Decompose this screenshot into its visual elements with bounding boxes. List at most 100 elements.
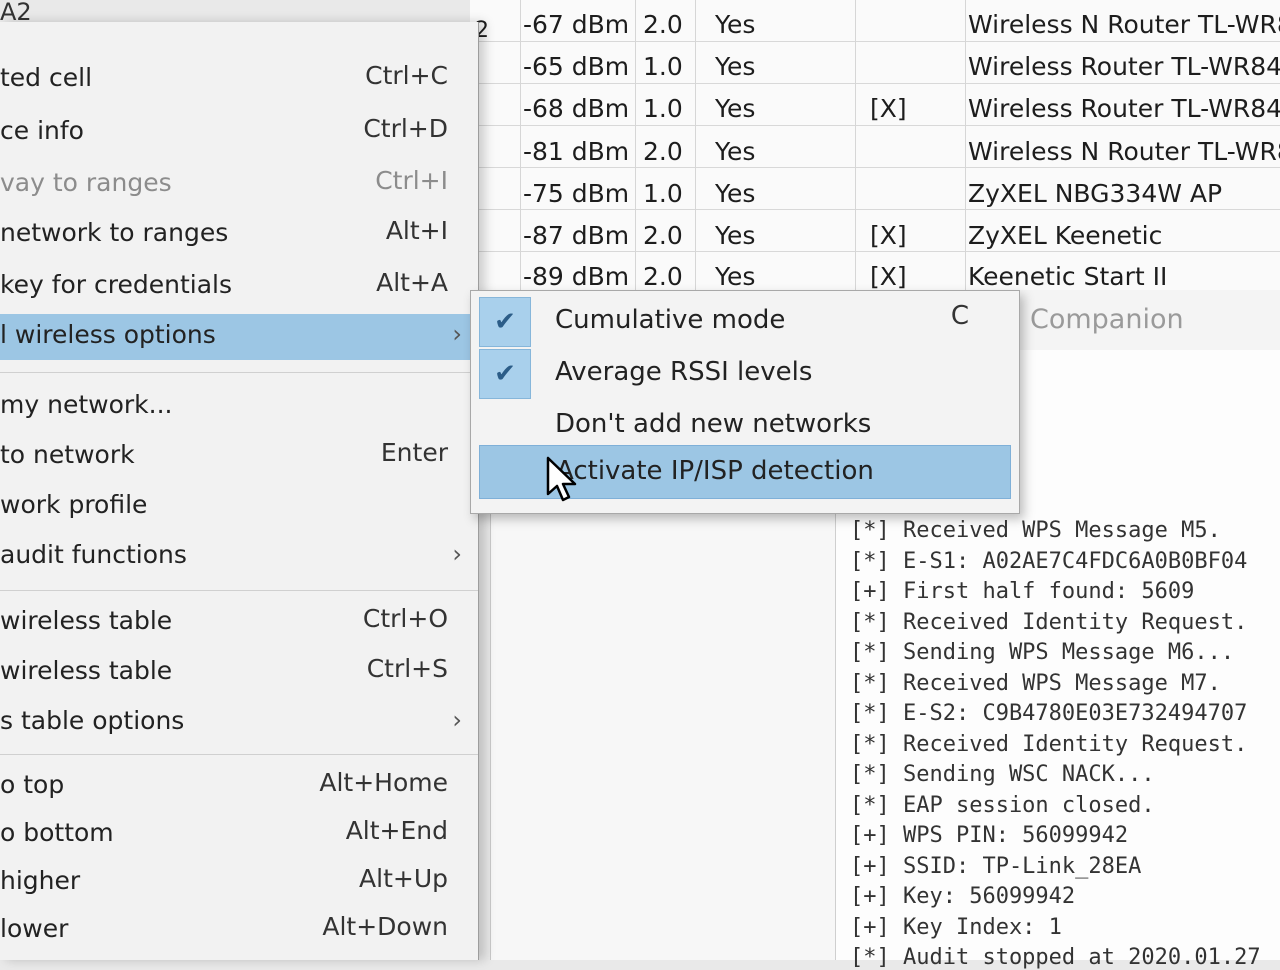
wps-cell[interactable]: Yes <box>715 221 755 250</box>
device-cell[interactable]: ZyXEL Keenetic <box>968 221 1162 250</box>
menu-item[interactable]: o top Alt+Home <box>0 764 478 810</box>
device-cell[interactable]: Wireless Router TL-WR84 <box>968 52 1280 81</box>
menu-separator <box>0 754 478 755</box>
menu-item-label: my network... <box>0 390 173 419</box>
checkmark-icon: ✔ <box>479 349 531 399</box>
log-line: [+] WPS PIN: 56099942 <box>850 823 1129 848</box>
submenu-item[interactable]: ✔ Average RSSI levels <box>479 347 1009 399</box>
lock-cell[interactable]: [X] <box>870 221 907 250</box>
wps-cell[interactable]: Yes <box>715 137 755 166</box>
menu-item[interactable]: o bottom Alt+End <box>0 812 478 858</box>
submenu-item[interactable]: ✔ Cumulative mode C <box>479 295 1009 347</box>
menu-item-shortcut: Alt+I <box>385 216 448 245</box>
menu-item-label: o bottom <box>0 818 114 847</box>
submenu-item-label: Cumulative mode <box>555 305 786 335</box>
menu-item[interactable]: work profile <box>0 484 478 530</box>
rssi-cell[interactable]: -67 dBm <box>523 10 629 39</box>
chevron-right-icon: › <box>452 706 462 734</box>
menu-item-shortcut: Enter <box>380 438 448 467</box>
menu-item-label: vay to ranges <box>0 168 172 197</box>
companion-label: Companion <box>1030 304 1184 335</box>
log-line: [*] E-S1: A02AE7C4FDC6A0B0BF04 <box>850 548 1248 574</box>
device-cell[interactable]: Wireless Router TL-WR84 <box>968 94 1280 123</box>
version-cell[interactable]: 2.0 <box>643 10 683 39</box>
chevron-right-icon: › <box>452 320 462 348</box>
menu-item-label: key for credentials <box>0 270 233 299</box>
log-line: [+] Key: 56099942 <box>850 884 1076 909</box>
menu-item-shortcut: Alt+Up <box>359 864 448 893</box>
companion-tab[interactable]: Companion <box>1018 290 1280 351</box>
log-line: [+] SSID: TP-Link_28EA <box>850 853 1142 879</box>
version-cell[interactable]: 2.0 <box>643 262 683 291</box>
version-cell[interactable]: 2.0 <box>643 137 683 166</box>
log-line: [*] Received WPS Message M5. <box>850 518 1221 543</box>
device-cell[interactable]: Wireless N Router TL-WR8 <box>968 137 1280 166</box>
rssi-cell[interactable]: -81 dBm <box>523 137 629 166</box>
menu-item-label: wireless table <box>0 606 173 635</box>
menu-item[interactable]: key for credentials Alt+A <box>0 264 478 310</box>
device-cell[interactable]: ZyXEL NBG334W AP <box>968 179 1222 208</box>
menu-item-label: ted cell <box>0 63 93 92</box>
menu-item-label: work profile <box>0 490 148 519</box>
wps-cell[interactable]: Yes <box>715 262 755 291</box>
log-line: [*] Received WPS Message M7. <box>850 670 1221 696</box>
wps-cell[interactable]: Yes <box>715 94 755 123</box>
menu-item-shortcut: Ctrl+D <box>363 114 448 143</box>
menu-item-shortcut: Alt+End <box>345 816 448 845</box>
menu-item-label: to network <box>0 440 135 469</box>
menu-item-shortcut: Alt+Home <box>319 768 448 797</box>
menu-separator <box>0 372 478 373</box>
device-cell[interactable]: Wireless N Router TL-WR8 <box>968 10 1280 39</box>
menu-item[interactable]: s table options › <box>0 700 478 746</box>
rssi-cell[interactable]: -68 dBm <box>523 94 629 123</box>
lock-cell[interactable]: [X] <box>870 262 907 291</box>
rssi-cell[interactable]: -75 dBm <box>523 179 629 208</box>
submenu-item[interactable]: Don't add new networks <box>479 399 1009 451</box>
menu-item-shortcut: Ctrl+O <box>362 604 448 633</box>
device-cell[interactable]: Keenetic Start II <box>968 262 1167 291</box>
menu-item[interactable]: ce info Ctrl+D <box>0 110 478 156</box>
menu-item-label: wireless table <box>0 656 173 685</box>
wps-cell[interactable]: Yes <box>715 10 755 39</box>
menu-item[interactable]: lower Alt+Down <box>0 908 478 954</box>
submenu-item-label: Don't add new networks <box>555 409 872 439</box>
rssi-cell[interactable]: -87 dBm <box>523 221 629 250</box>
version-cell[interactable]: 2.0 <box>643 221 683 250</box>
menu-item-label: l wireless options <box>0 320 216 349</box>
menu-item-shortcut: Ctrl+C <box>365 61 448 90</box>
log-line: [*] Received Identity Request. <box>850 731 1248 757</box>
menu-item[interactable]: wireless table Ctrl+O <box>0 600 478 646</box>
menu-item[interactable]: l wireless options › <box>0 314 478 360</box>
menu-item[interactable]: audit functions › <box>0 534 478 580</box>
menu-item-label: lower <box>0 914 69 943</box>
version-cell[interactable]: 1.0 <box>643 52 683 81</box>
menu-item[interactable]: ted cell Ctrl+C <box>0 57 478 103</box>
menu-item-shortcut: Alt+Down <box>322 912 448 941</box>
log-line: [+] Key Index: 1 <box>850 914 1062 940</box>
lock-cell[interactable]: [X] <box>870 94 907 123</box>
version-cell[interactable]: 1.0 <box>643 94 683 123</box>
menu-item-label: network to ranges <box>0 218 229 247</box>
submenu-item-label: Activate IP/ISP detection <box>556 456 874 486</box>
menu-item[interactable]: wireless table Ctrl+S <box>0 650 478 696</box>
menu-item-label: higher <box>0 866 81 895</box>
menu-separator <box>0 590 478 591</box>
rssi-cell[interactable]: -65 dBm <box>523 52 629 81</box>
menu-item[interactable]: vay to ranges Ctrl+I <box>0 162 478 208</box>
chevron-right-icon: › <box>452 540 462 568</box>
wps-cell[interactable]: Yes <box>715 179 755 208</box>
wps-cell[interactable]: Yes <box>715 52 755 81</box>
menu-item[interactable]: network to ranges Alt+I <box>0 212 478 258</box>
submenu-item-shortcut: C <box>950 301 969 331</box>
mouse-cursor-icon <box>546 456 577 502</box>
log-line: [+] First half found: 5609 <box>850 579 1195 604</box>
version-cell[interactable]: 1.0 <box>643 179 683 208</box>
log-line: [*] Sending WPS Message M6... <box>850 640 1235 665</box>
menu-item[interactable]: my network... <box>0 384 478 430</box>
menu-item[interactable]: higher Alt+Up <box>0 860 478 906</box>
log-line: [*] Audit stopped at 2020.01.27 <box>850 945 1261 970</box>
rssi-cell[interactable]: -89 dBm <box>523 262 629 291</box>
log-line: [*] Received Identity Request. <box>850 609 1248 635</box>
menu-item[interactable]: to network Enter <box>0 434 478 480</box>
menu-item-shortcut: Ctrl+S <box>366 654 448 683</box>
